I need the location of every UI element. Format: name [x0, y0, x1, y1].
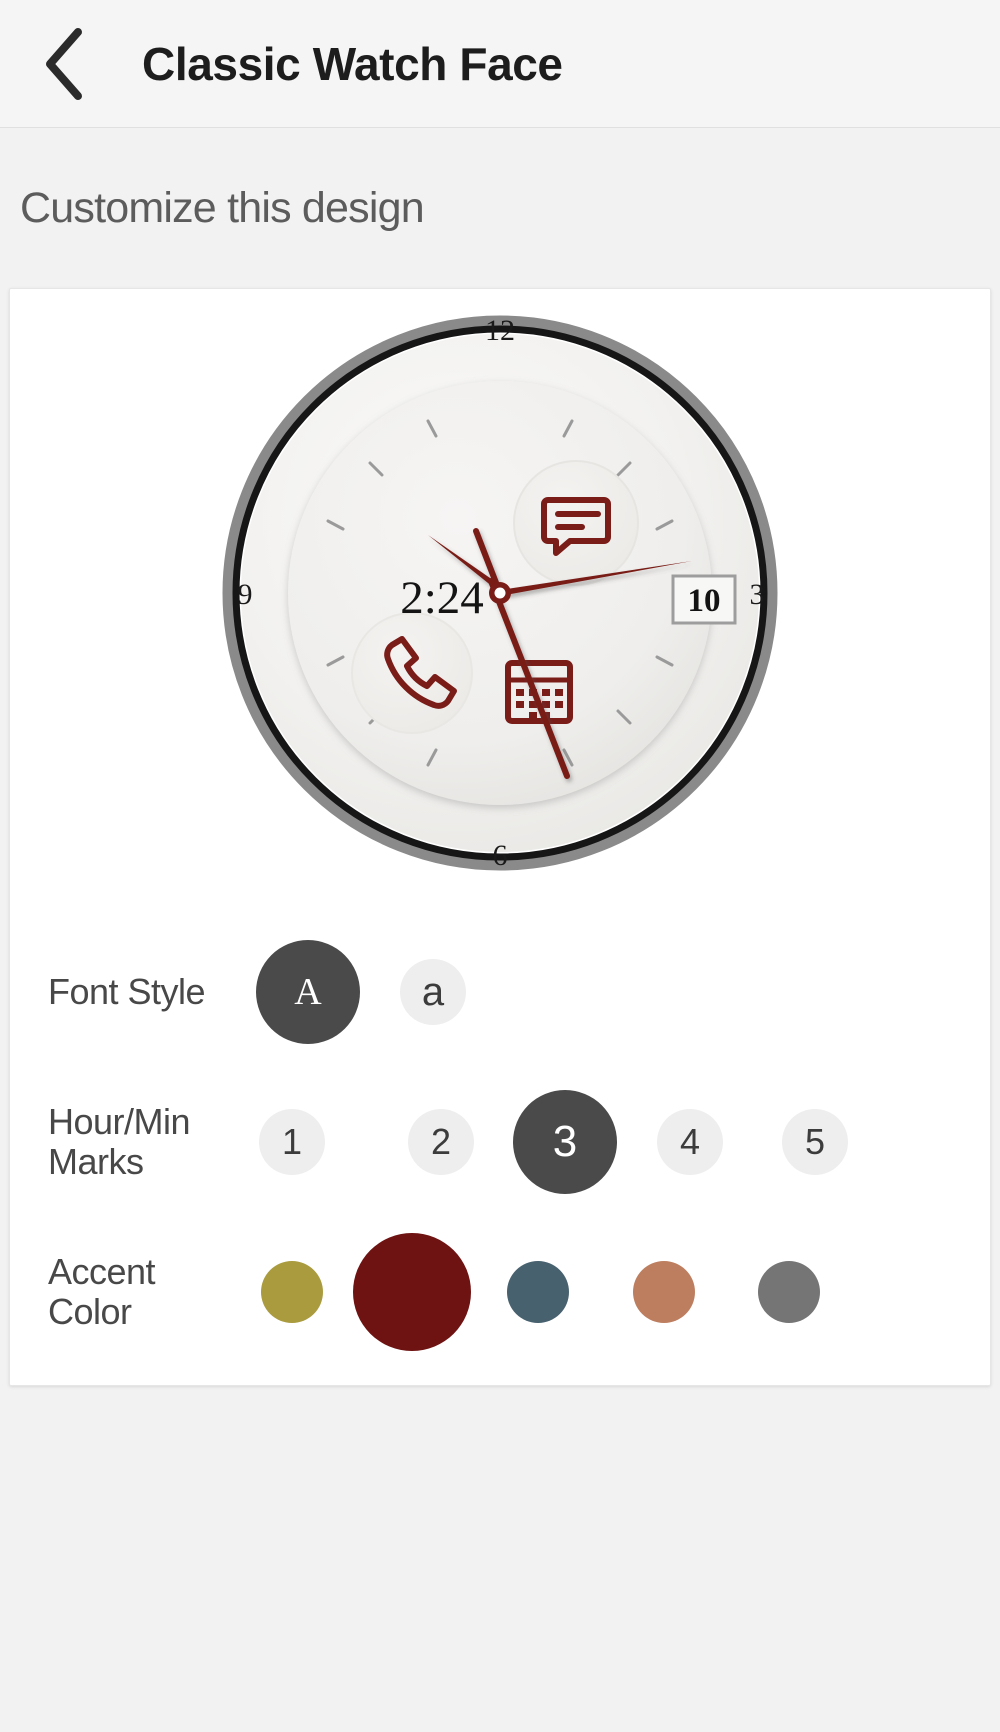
page-title: Classic Watch Face — [142, 37, 563, 91]
font-style-option-1[interactable]: A — [256, 940, 360, 1044]
section-heading-label: Customize this design — [20, 184, 424, 233]
back-button[interactable] — [18, 16, 114, 112]
accent-color-swatch-slate-blue[interactable] — [507, 1261, 569, 1323]
accent-color-swatch-dark-red[interactable] — [353, 1233, 471, 1351]
hour-min-marks-option-1-label: 1 — [282, 1121, 302, 1163]
option-choices-hour-min-marks: 1 2 3 4 5 — [248, 1067, 990, 1217]
option-row-accent-color: Accent Color — [10, 1217, 990, 1367]
font-style-option-2[interactable]: a — [400, 959, 466, 1025]
hour-min-marks-option-4-label: 4 — [680, 1121, 700, 1163]
option-choices-font-style: A a — [248, 917, 990, 1067]
hour-min-marks-option-2-label: 2 — [431, 1121, 451, 1163]
font-style-option-2-label: a — [422, 970, 444, 1015]
font-style-option-1-label: A — [294, 970, 321, 1014]
option-row-font-style: Font Style A a — [10, 917, 990, 1067]
hour-min-marks-option-4[interactable]: 4 — [657, 1109, 723, 1175]
numeral-6: 6 — [493, 839, 508, 872]
watch-face-preview[interactable]: 12 3 6 9 — [10, 289, 990, 917]
complication-phone[interactable] — [352, 613, 472, 733]
hour-min-marks-option-5-label: 5 — [805, 1121, 825, 1163]
customization-card: 12 3 6 9 — [9, 288, 991, 1386]
hand-center-pin — [495, 588, 506, 599]
numeral-12: 12 — [485, 314, 515, 347]
complication-message[interactable] — [514, 461, 638, 585]
option-label-line-2: Marks — [48, 1142, 248, 1182]
accent-color-swatch-olive[interactable] — [261, 1261, 323, 1323]
hour-min-marks-option-1[interactable]: 1 — [259, 1109, 325, 1175]
option-label-accent-color: Accent Color — [48, 1252, 248, 1333]
watch-face-graphic: 12 3 6 9 — [200, 293, 800, 913]
option-label-hour-min-marks: Hour/Min Marks — [48, 1102, 248, 1183]
hour-min-marks-option-3[interactable]: 3 — [513, 1090, 617, 1194]
page-bottom-spacer — [0, 1386, 1000, 1646]
date-complication[interactable]: 10 — [673, 576, 735, 623]
chevron-left-icon — [42, 26, 90, 102]
app-bar: Classic Watch Face — [0, 0, 1000, 128]
accent-color-swatch-terracotta[interactable] — [633, 1261, 695, 1323]
section-header: Customize this design — [0, 128, 1000, 288]
option-choices-accent-color — [248, 1217, 990, 1367]
option-label-line-2: Color — [48, 1292, 248, 1332]
option-row-hour-min-marks: Hour/Min Marks 1 2 3 4 5 — [10, 1067, 990, 1217]
hour-min-marks-option-2[interactable]: 2 — [408, 1109, 474, 1175]
option-label-font-style: Font Style — [48, 972, 248, 1012]
hour-min-marks-option-5[interactable]: 5 — [782, 1109, 848, 1175]
numeral-3: 3 — [750, 578, 765, 611]
watch-face-customizer-screen: Classic Watch Face Customize this design — [0, 0, 1000, 1732]
digital-time-text: 2:24 — [400, 572, 484, 624]
accent-color-swatch-gray[interactable] — [758, 1261, 820, 1323]
hour-min-marks-option-3-label: 3 — [553, 1117, 577, 1167]
numeral-9: 9 — [238, 578, 253, 611]
option-label-line-1: Hour/Min — [48, 1102, 248, 1142]
date-value: 10 — [688, 583, 721, 619]
option-label-line-1: Accent — [48, 1252, 248, 1292]
